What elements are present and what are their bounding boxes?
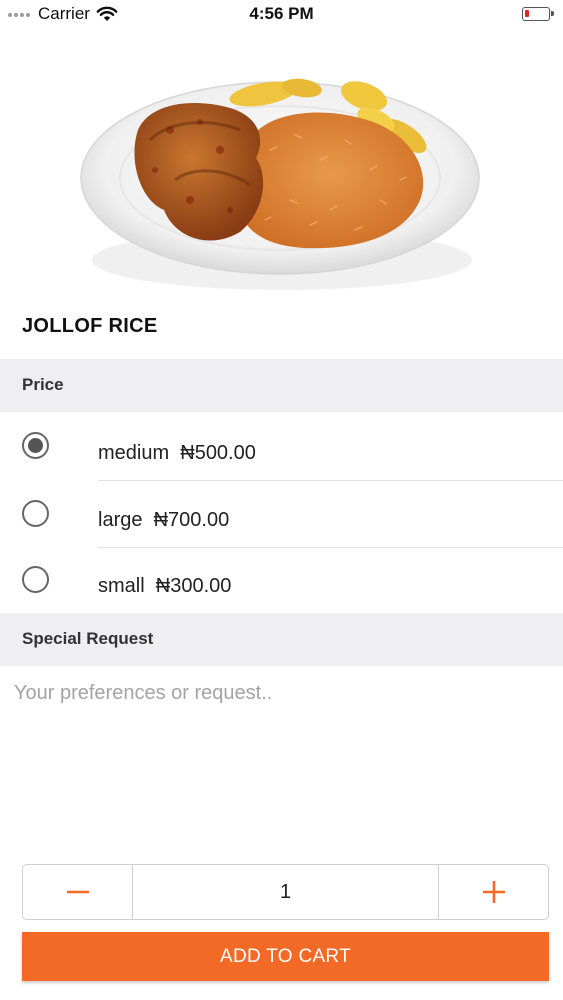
price-option-label: large ₦700.00 xyxy=(98,509,230,531)
add-to-cart-button[interactable]: ADD TO CART xyxy=(22,932,549,981)
quantity-stepper: 1 xyxy=(22,864,549,920)
minus-icon xyxy=(66,890,89,894)
price-section-label: Price xyxy=(22,375,64,394)
price-option-label: small ₦300.00 xyxy=(98,575,232,597)
price-option-label: medium ₦500.00 xyxy=(98,442,256,464)
plus-icon xyxy=(482,881,505,903)
radio-unchecked-icon[interactable] xyxy=(22,566,49,593)
price-option-small[interactable]: small ₦300.00 xyxy=(0,547,563,613)
special-request-input[interactable] xyxy=(0,666,563,846)
price-section-header: Price xyxy=(0,359,563,412)
product-title: JOLLOF RICE xyxy=(22,315,158,337)
radio-checked-icon[interactable] xyxy=(22,432,49,459)
increment-button[interactable] xyxy=(439,865,548,919)
price-option-large[interactable]: large ₦700.00 xyxy=(0,480,563,548)
decrement-button[interactable] xyxy=(23,865,132,919)
quantity-value: 1 xyxy=(132,865,439,919)
special-request-header: Special Request xyxy=(0,613,563,666)
battery-icon xyxy=(522,7,554,21)
status-bar: Carrier 4:56 PM xyxy=(0,0,563,28)
radio-unchecked-icon[interactable] xyxy=(22,500,49,527)
clock: 4:56 PM xyxy=(249,4,314,23)
price-option-medium[interactable]: medium ₦500.00 xyxy=(0,412,563,481)
special-request-label: Special Request xyxy=(22,629,154,648)
food-image xyxy=(80,78,480,290)
